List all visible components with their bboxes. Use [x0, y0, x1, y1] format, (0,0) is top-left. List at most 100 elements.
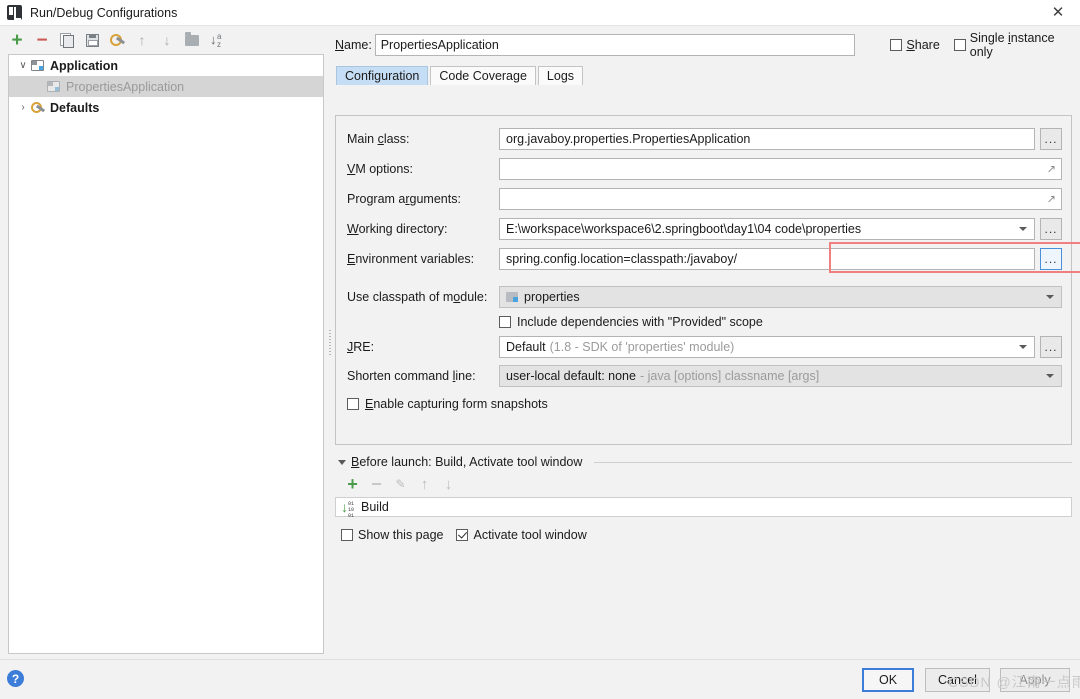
shorten-command-line-row: Shorten command line: user-local default…: [336, 365, 1071, 387]
shorten-command-line-label: Shorten command line:: [347, 369, 499, 383]
new-folder-button[interactable]: [181, 29, 203, 51]
tab-configuration[interactable]: Configuration: [336, 66, 428, 85]
dialog-body: + − ↑ ↓ ↓az ∨ Application: [0, 26, 1080, 659]
show-this-page-checkbox[interactable]: [341, 529, 353, 541]
application-icon: [31, 60, 44, 71]
environment-variables-browse-button[interactable]: ...: [1040, 248, 1062, 270]
vm-options-input[interactable]: ↗: [499, 158, 1062, 180]
panel-splitter[interactable]: [325, 26, 335, 659]
tree-node-label: PropertiesApplication: [66, 80, 184, 94]
shorten-command-line-select[interactable]: user-local default: none - java [options…: [499, 365, 1062, 387]
apply-button: Apply: [1000, 668, 1070, 692]
single-instance-checkbox[interactable]: Single instance only: [954, 31, 1074, 59]
configuration-form: Main class: org.javaboy.properties.Prope…: [335, 115, 1072, 445]
chevron-down-icon[interactable]: [1019, 345, 1027, 349]
use-classpath-of-module-label: Use classpath of module:: [347, 290, 499, 304]
main-class-browse-button[interactable]: ...: [1040, 128, 1062, 150]
move-task-up-button: ↑: [417, 477, 432, 492]
section-divider: [594, 462, 1072, 463]
chevron-down-icon[interactable]: [1019, 227, 1027, 231]
working-directory-value: E:\workspace\workspace6\2.springboot\day…: [506, 222, 861, 236]
before-launch-toolbar: + − ✎ ↑ ↓: [335, 471, 1072, 497]
working-directory-row: Working directory: E:\workspace\workspac…: [336, 218, 1071, 240]
expand-icon[interactable]: ↗: [1047, 163, 1056, 176]
chevron-down-icon[interactable]: [338, 460, 346, 465]
configurations-tree[interactable]: ∨ Application PropertiesApplication › De…: [8, 54, 324, 654]
share-checkbox[interactable]: Share: [890, 38, 939, 52]
before-launch-section: Before launch: Build, Activate tool wind…: [335, 453, 1072, 547]
environment-variables-input[interactable]: spring.config.location=classpath:/javabo…: [499, 248, 1035, 270]
edit-defaults-button[interactable]: [106, 29, 128, 51]
before-launch-options: Show this page Activate tool window: [335, 523, 1072, 547]
include-provided-checkbox-box[interactable]: [499, 316, 511, 328]
tab-logs[interactable]: Logs: [538, 66, 583, 85]
program-arguments-row: Program arguments: ↗: [336, 188, 1071, 210]
main-class-input[interactable]: org.javaboy.properties.PropertiesApplica…: [499, 128, 1035, 150]
remove-task-button: −: [369, 477, 384, 492]
share-checkbox-box[interactable]: [890, 39, 902, 51]
program-arguments-label: Program arguments:: [347, 192, 499, 206]
configurations-panel: + − ↑ ↓ ↓az ∨ Application: [0, 26, 325, 659]
sort-az-icon: ↓az: [210, 33, 224, 47]
name-label: Name:: [335, 38, 375, 52]
help-icon[interactable]: ?: [7, 670, 24, 687]
close-icon[interactable]: ✕: [1036, 0, 1080, 26]
use-classpath-of-module-row: Use classpath of module: properties: [336, 286, 1071, 308]
activate-tool-window-checkbox[interactable]: [456, 529, 468, 541]
expand-icon[interactable]: ↗: [1047, 193, 1056, 206]
configurations-toolbar: + − ↑ ↓ ↓az: [0, 26, 325, 54]
chevron-right-icon[interactable]: ›: [15, 102, 31, 113]
ok-button[interactable]: OK: [862, 668, 914, 692]
enable-form-snapshots-label: Enable capturing form snapshots: [365, 397, 548, 411]
edit-task-button: ✎: [393, 477, 408, 492]
chevron-down-icon[interactable]: [1046, 374, 1054, 378]
tree-node-application[interactable]: ∨ Application: [9, 55, 323, 76]
name-row: Name: Share Single instance only: [335, 34, 1080, 56]
tab-code-coverage[interactable]: Code Coverage: [430, 66, 536, 85]
tree-node-label: Defaults: [50, 101, 99, 115]
single-instance-checkbox-box[interactable]: [954, 39, 966, 51]
chevron-down-icon[interactable]: ∨: [15, 60, 31, 71]
before-launch-title: Before launch: Build, Activate tool wind…: [351, 455, 582, 469]
add-task-button[interactable]: +: [345, 477, 360, 492]
before-launch-task-list[interactable]: ↓011001 Build: [335, 497, 1072, 517]
move-task-down-button: ↓: [441, 477, 456, 492]
chevron-down-icon[interactable]: [1046, 295, 1054, 299]
window-title-bar: Run/Debug Configurations ✕: [0, 0, 1080, 26]
tree-node-defaults[interactable]: › Defaults: [9, 97, 323, 118]
main-class-label: Main class:: [347, 132, 499, 146]
jre-browse-button[interactable]: ...: [1040, 336, 1062, 358]
working-directory-label: Working directory:: [347, 222, 499, 236]
add-configuration-button[interactable]: +: [6, 29, 28, 51]
include-provided-checkbox[interactable]: Include dependencies with "Provided" sco…: [336, 315, 1071, 329]
folder-icon: [185, 35, 199, 46]
environment-variables-row: Environment variables: spring.config.loc…: [336, 248, 1071, 270]
main-class-row: Main class: org.javaboy.properties.Prope…: [336, 128, 1071, 150]
jre-label: JRE:: [347, 340, 499, 354]
cancel-button[interactable]: Cancel: [925, 668, 990, 692]
name-input[interactable]: [375, 34, 856, 56]
tree-node-properties-application[interactable]: PropertiesApplication: [9, 76, 323, 97]
working-directory-input[interactable]: E:\workspace\workspace6\2.springboot\day…: [499, 218, 1035, 240]
before-launch-header[interactable]: Before launch: Build, Activate tool wind…: [335, 453, 1072, 471]
application-icon: [47, 81, 60, 92]
save-configuration-button[interactable]: [81, 29, 103, 51]
enable-form-snapshots-checkbox[interactable]: Enable capturing form snapshots: [336, 397, 1071, 411]
save-icon: [86, 34, 99, 47]
move-down-button[interactable]: ↓: [156, 29, 178, 51]
jre-hint: (1.8 - SDK of 'properties' module): [550, 340, 735, 354]
shorten-command-line-hint: - java [options] classname [args]: [640, 369, 819, 383]
program-arguments-input[interactable]: ↗: [499, 188, 1062, 210]
defaults-icon: [31, 101, 45, 114]
remove-configuration-button[interactable]: −: [31, 29, 53, 51]
copy-configuration-button[interactable]: [56, 29, 78, 51]
environment-variables-label: Environment variables:: [347, 252, 499, 266]
enable-form-snapshots-checkbox-box[interactable]: [347, 398, 359, 410]
jre-select[interactable]: Default (1.8 - SDK of 'properties' modul…: [499, 336, 1035, 358]
sort-configurations-button[interactable]: ↓az: [206, 29, 228, 51]
move-up-button[interactable]: ↑: [131, 29, 153, 51]
working-directory-browse-button[interactable]: ...: [1040, 218, 1062, 240]
use-classpath-of-module-select[interactable]: properties: [499, 286, 1062, 308]
include-provided-label: Include dependencies with "Provided" sco…: [517, 315, 763, 329]
copy-icon: [60, 33, 74, 47]
